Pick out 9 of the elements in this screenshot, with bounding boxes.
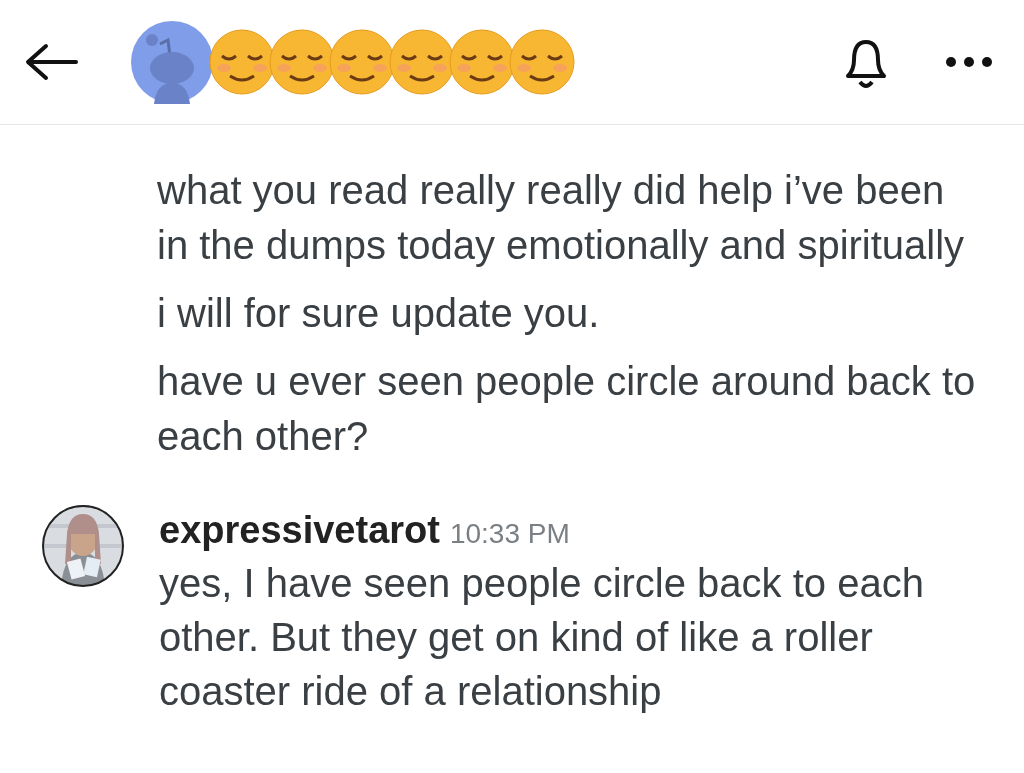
avatar-icon xyxy=(130,20,214,104)
more-icon[interactable] xyxy=(944,55,994,69)
message-text: i will for sure update you. xyxy=(157,290,601,337)
back-arrow-icon[interactable] xyxy=(24,42,80,82)
username[interactable]: expressivetarot xyxy=(159,504,440,556)
message-time: 10:33 PM xyxy=(449,518,570,550)
message-text: have u ever seen people circle around back to each other? xyxy=(157,358,977,460)
message-text: yes, I have seen people circle back to each other. But they get on kind of like a roller coaster ride of a relationship xyxy=(159,560,925,715)
smiling-face-icon xyxy=(508,28,576,96)
